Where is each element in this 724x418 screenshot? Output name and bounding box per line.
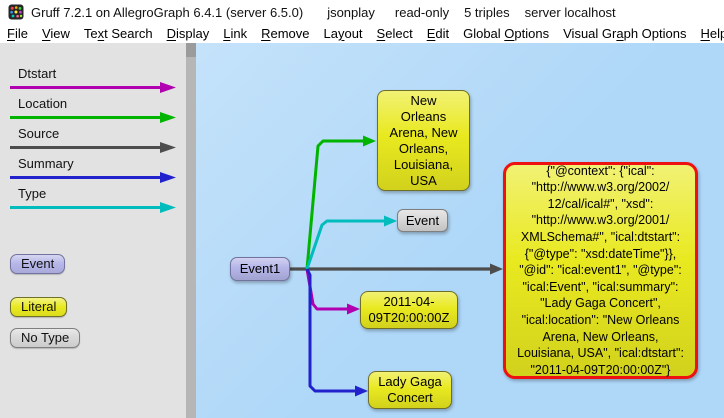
menu-label: La bbox=[324, 26, 338, 41]
menu-label: iew bbox=[50, 26, 70, 41]
node-summary-literal[interactable]: Lady Gaga Concert bbox=[368, 371, 452, 409]
menu-mnemonic: a bbox=[616, 26, 623, 41]
legend-item-location: Location bbox=[0, 97, 186, 124]
sidebar-scrollbar[interactable] bbox=[186, 43, 196, 418]
menu-mnemonic: S bbox=[377, 26, 386, 41]
menu-label: Visual Gr bbox=[563, 26, 616, 41]
menu-label: dit bbox=[435, 26, 449, 41]
dtstart-arrow-icon bbox=[10, 81, 176, 94]
title-bar: Gruff 7.2.1 on AllegroGraph 6.4.1 (serve… bbox=[0, 0, 724, 24]
graph-canvas[interactable]: Event1 New Orleans Arena, New Orleans, L… bbox=[196, 43, 724, 418]
menu-visual-graph-options[interactable]: Visual Graph Options bbox=[563, 26, 686, 41]
triple-count: 5 triples bbox=[464, 5, 510, 20]
legend-item-dtstart: Dtstart bbox=[0, 67, 186, 94]
legend-label-type: Type bbox=[18, 187, 186, 201]
menu-label: emove bbox=[270, 26, 309, 41]
menu-label: ile bbox=[15, 26, 28, 41]
edge-location[interactable] bbox=[307, 136, 376, 270]
menu-mnemonic: O bbox=[504, 26, 514, 41]
event-type-button[interactable]: Event bbox=[10, 254, 65, 274]
no-type-button[interactable]: No Type bbox=[10, 328, 80, 348]
gruff-window: Gruff 7.2.1 on AllegroGraph 6.4.1 (serve… bbox=[0, 0, 724, 418]
menu-label: Global bbox=[463, 26, 504, 41]
menu-view[interactable]: View bbox=[42, 26, 70, 41]
location-arrow-icon bbox=[10, 111, 176, 124]
summary-arrow-icon bbox=[10, 171, 176, 184]
app-title: Gruff 7.2.1 on AllegroGraph 6.4.1 (serve… bbox=[31, 5, 303, 20]
edge-dtstart[interactable] bbox=[307, 269, 360, 315]
server-label: server localhost bbox=[525, 5, 616, 20]
literal-type-button[interactable]: Literal bbox=[10, 297, 67, 317]
menu-bar: File View Text Search Display Link Remov… bbox=[0, 24, 724, 43]
menu-remove[interactable]: Remove bbox=[261, 26, 309, 41]
legend-label-source: Source bbox=[18, 127, 186, 141]
legend-sidebar: Dtstart Location Source bbox=[0, 43, 186, 418]
legend-label-location: Location bbox=[18, 97, 186, 111]
menu-link[interactable]: Link bbox=[223, 26, 247, 41]
node-type-buttons: Event Literal No Type bbox=[0, 254, 186, 348]
menu-mnemonic: D bbox=[167, 26, 176, 41]
menu-help[interactable]: Help bbox=[700, 26, 724, 41]
menu-layout[interactable]: Layout bbox=[324, 26, 363, 41]
node-type-event[interactable]: Event bbox=[397, 209, 448, 232]
spacer bbox=[0, 274, 186, 297]
menu-file[interactable]: File bbox=[7, 26, 28, 41]
store-name: jsonplay bbox=[327, 5, 375, 20]
node-location-literal[interactable]: New Orleans Arena, New Orleans, Louisian… bbox=[377, 90, 470, 191]
menu-mnemonic: F bbox=[7, 26, 15, 41]
legend-item-source: Source bbox=[0, 127, 186, 154]
gruff-logo-icon bbox=[8, 4, 24, 20]
menu-label: elect bbox=[385, 26, 412, 41]
legend-label-summary: Summary bbox=[18, 157, 186, 171]
menu-edit[interactable]: Edit bbox=[427, 26, 449, 41]
menu-label: elp bbox=[710, 26, 724, 41]
node-source-json[interactable]: {"@context": {"ical": "http://www.w3.org… bbox=[503, 162, 698, 379]
edge-type[interactable] bbox=[307, 216, 397, 270]
node-event1[interactable]: Event1 bbox=[230, 257, 290, 281]
edge-summary[interactable] bbox=[307, 269, 368, 397]
legend-item-summary: Summary bbox=[0, 157, 186, 184]
type-arrow-icon bbox=[10, 201, 176, 214]
node-dtstart-literal[interactable]: 2011-04- 09T20:00:00Z bbox=[360, 291, 458, 329]
menu-text-search[interactable]: Text Search bbox=[84, 26, 153, 41]
menu-label: Te bbox=[84, 26, 98, 41]
access-mode-label: read-only bbox=[395, 5, 449, 20]
source-arrow-icon bbox=[10, 141, 176, 154]
menu-label: out bbox=[344, 26, 362, 41]
edge-source[interactable] bbox=[290, 264, 503, 275]
menu-label: ink bbox=[230, 26, 247, 41]
menu-select[interactable]: Select bbox=[377, 26, 413, 41]
menu-label: isplay bbox=[176, 26, 209, 41]
menu-label: ptions bbox=[514, 26, 549, 41]
legend-item-type: Type bbox=[0, 187, 186, 214]
scrollbar-thumb[interactable] bbox=[186, 43, 196, 57]
menu-mnemonic: H bbox=[700, 26, 709, 41]
menu-label: ph Options bbox=[624, 26, 687, 41]
menu-global-options[interactable]: Global Options bbox=[463, 26, 549, 41]
spacer bbox=[0, 317, 186, 328]
main-content: Dtstart Location Source bbox=[0, 43, 724, 418]
menu-display[interactable]: Display bbox=[167, 26, 210, 41]
legend-label-dtstart: Dtstart bbox=[18, 67, 186, 81]
menu-label: t Search bbox=[104, 26, 152, 41]
